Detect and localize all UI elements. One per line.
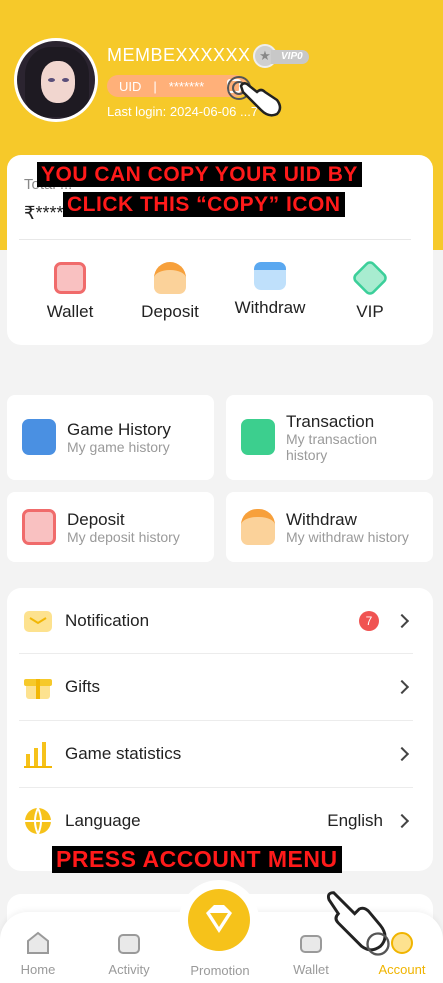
bar-chart-icon <box>23 739 53 769</box>
history-title: Transaction <box>286 412 375 431</box>
menu-language[interactable]: Language English <box>19 788 413 854</box>
notification-icon <box>23 606 53 636</box>
deposit-history-icon <box>22 509 56 545</box>
quick-action-vip[interactable]: VIP <box>320 258 420 322</box>
member-name: MEMBEXXXXXX <box>107 45 251 65</box>
vip-gem-icon <box>350 258 390 298</box>
chevron-right-icon <box>394 613 410 629</box>
quick-action-wallet[interactable]: Wallet <box>20 262 120 322</box>
pointing-hand-icon <box>326 891 390 956</box>
tab-home[interactable]: Home <box>8 930 68 977</box>
tab-label: Activity <box>108 962 150 977</box>
game-history-card[interactable]: Game History My game history <box>7 395 214 480</box>
quick-action-label: Deposit <box>141 302 199 321</box>
menu-label: Gifts <box>65 677 100 696</box>
game-history-icon <box>22 419 56 455</box>
uid-value: ******* <box>168 78 205 94</box>
wallet-icon <box>54 262 86 294</box>
tab-label: Home <box>20 962 56 977</box>
withdraw-history-icon <box>241 509 275 545</box>
quick-action-label: Withdraw <box>234 298 306 317</box>
quick-action-label: Wallet <box>46 302 94 321</box>
language-value: English <box>327 811 383 830</box>
tab-activity[interactable]: Activity <box>99 930 159 977</box>
menu-label: Notification <box>65 611 150 630</box>
deposit-history-card[interactable]: Deposit My deposit history <box>7 492 214 562</box>
diamond-icon <box>206 905 232 933</box>
history-title: Game History <box>67 420 171 439</box>
account-icon <box>389 930 415 956</box>
settings-menu-card: Notification 7 Gifts Game statistics Lan… <box>7 588 433 871</box>
tab-label: Account <box>378 962 426 977</box>
vip-level: VIP0 <box>271 50 309 64</box>
history-subtitle: My deposit history <box>67 529 180 545</box>
history-title: Withdraw <box>286 510 357 529</box>
history-subtitle: My transaction history <box>286 431 378 464</box>
uid-label: UID <box>119 78 142 94</box>
menu-notification[interactable]: Notification 7 <box>19 588 413 654</box>
quick-action-withdraw[interactable]: Withdraw <box>220 262 320 318</box>
chevron-right-icon <box>394 679 410 695</box>
vip-badge: ★ VIP0 <box>253 44 313 68</box>
quick-action-deposit[interactable]: Deposit <box>120 262 220 322</box>
gift-icon <box>23 672 53 702</box>
balance-value: ₹**** <box>24 203 64 223</box>
menu-label: Game statistics <box>65 744 182 763</box>
activity-icon <box>116 930 142 956</box>
menu-label: Language <box>65 811 141 830</box>
account-hint: PRESS ACCOUNT MENU <box>52 846 342 873</box>
home-icon <box>25 930 51 956</box>
wallet-tab-icon <box>298 930 324 956</box>
tab-label: Wallet <box>293 962 329 977</box>
withdraw-history-card[interactable]: Withdraw My withdraw history <box>226 492 433 562</box>
deposit-icon <box>154 262 186 294</box>
history-title: Deposit <box>67 510 125 529</box>
globe-icon <box>23 806 53 837</box>
withdraw-card-icon <box>254 262 286 290</box>
avatar[interactable] <box>14 38 98 122</box>
transaction-icon <box>241 419 275 455</box>
transaction-history-card[interactable]: Transaction My transaction history <box>226 395 433 480</box>
pointing-hand-icon <box>227 76 282 117</box>
menu-gifts[interactable]: Gifts <box>19 654 413 720</box>
copy-hint-line1: YOU CAN COPY YOUR UID BY <box>37 162 362 187</box>
menu-game-statistics[interactable]: Game statistics <box>19 721 413 787</box>
history-subtitle: My game history <box>67 439 170 455</box>
tab-promotion[interactable] <box>188 889 250 951</box>
history-subtitle: My withdraw history <box>286 529 409 545</box>
divider <box>19 239 411 240</box>
uid-separator: | <box>153 78 157 94</box>
chevron-right-icon <box>394 813 410 829</box>
tab-label: Promotion <box>190 963 250 978</box>
notification-badge: 7 <box>359 611 379 631</box>
chevron-right-icon <box>394 746 410 762</box>
quick-action-label: VIP <box>356 302 384 321</box>
copy-hint-line2: CLICK THIS “COPY” ICON <box>63 192 345 217</box>
